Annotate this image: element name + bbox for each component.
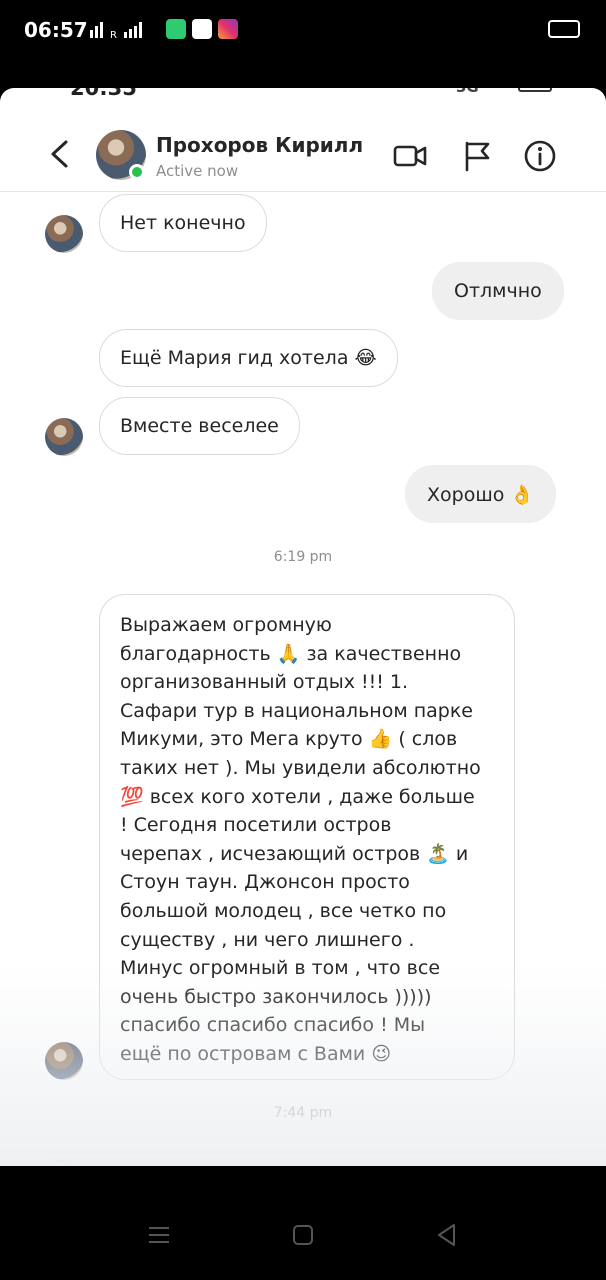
message-composer[interactable]: [34, 1152, 574, 1166]
presence-status: Active now: [156, 162, 239, 180]
battery-icon: [548, 20, 580, 38]
online-indicator: [129, 164, 145, 180]
chevron-left-icon[interactable]: [40, 134, 80, 174]
system-navigation-bar: [0, 1166, 606, 1280]
messages-app-icon: [166, 19, 186, 39]
message-timestamp: 7:44 pm: [273, 1105, 333, 1121]
chrome-app-icon: [192, 19, 212, 39]
recent-apps-icon[interactable]: [146, 1222, 172, 1248]
video-camera-icon[interactable]: [392, 138, 428, 174]
message-bubble-incoming[interactable]: Вместе веселее: [99, 397, 300, 455]
message-bubble-incoming-long[interactable]: Выражаем огромную благодарность 🙏 за кач…: [99, 594, 515, 1080]
svg-text:R: R: [110, 30, 117, 41]
instagram-app-icon: [218, 19, 238, 39]
message-timestamp: 6:19 pm: [273, 549, 333, 565]
message-bubble-outgoing[interactable]: Отлмчно: [432, 262, 564, 320]
contact-name[interactable]: Прохоров Кирилл: [156, 133, 363, 157]
system-clock: 06:57: [24, 18, 88, 42]
inner-clock: 20:35: [70, 88, 137, 100]
dm-screenshot: 20:35 3G Прохоров Кирилл Active now Нет …: [0, 88, 606, 1166]
chat-header: Прохоров Кирилл Active now: [0, 108, 606, 192]
home-icon[interactable]: [290, 1222, 316, 1248]
inner-network: 3G: [456, 88, 479, 96]
message-bubble-incoming[interactable]: Нет конечно: [99, 194, 267, 252]
flag-icon[interactable]: [460, 138, 496, 174]
inner-status-bar: 20:35 3G: [0, 88, 606, 100]
sender-avatar[interactable]: [45, 1042, 83, 1080]
inner-battery-icon: [518, 88, 552, 92]
signal-icon: R: [90, 22, 142, 41]
sender-avatar[interactable]: [45, 418, 83, 456]
back-icon[interactable]: [434, 1222, 460, 1248]
sender-avatar[interactable]: [45, 215, 83, 253]
info-icon[interactable]: [522, 138, 558, 174]
system-status-bar: 06:57 R: [0, 0, 606, 62]
message-bubble-incoming[interactable]: Ещё Мария гид хотела 😂: [99, 329, 398, 387]
message-bubble-outgoing[interactable]: Хорошо 👌: [405, 465, 557, 523]
